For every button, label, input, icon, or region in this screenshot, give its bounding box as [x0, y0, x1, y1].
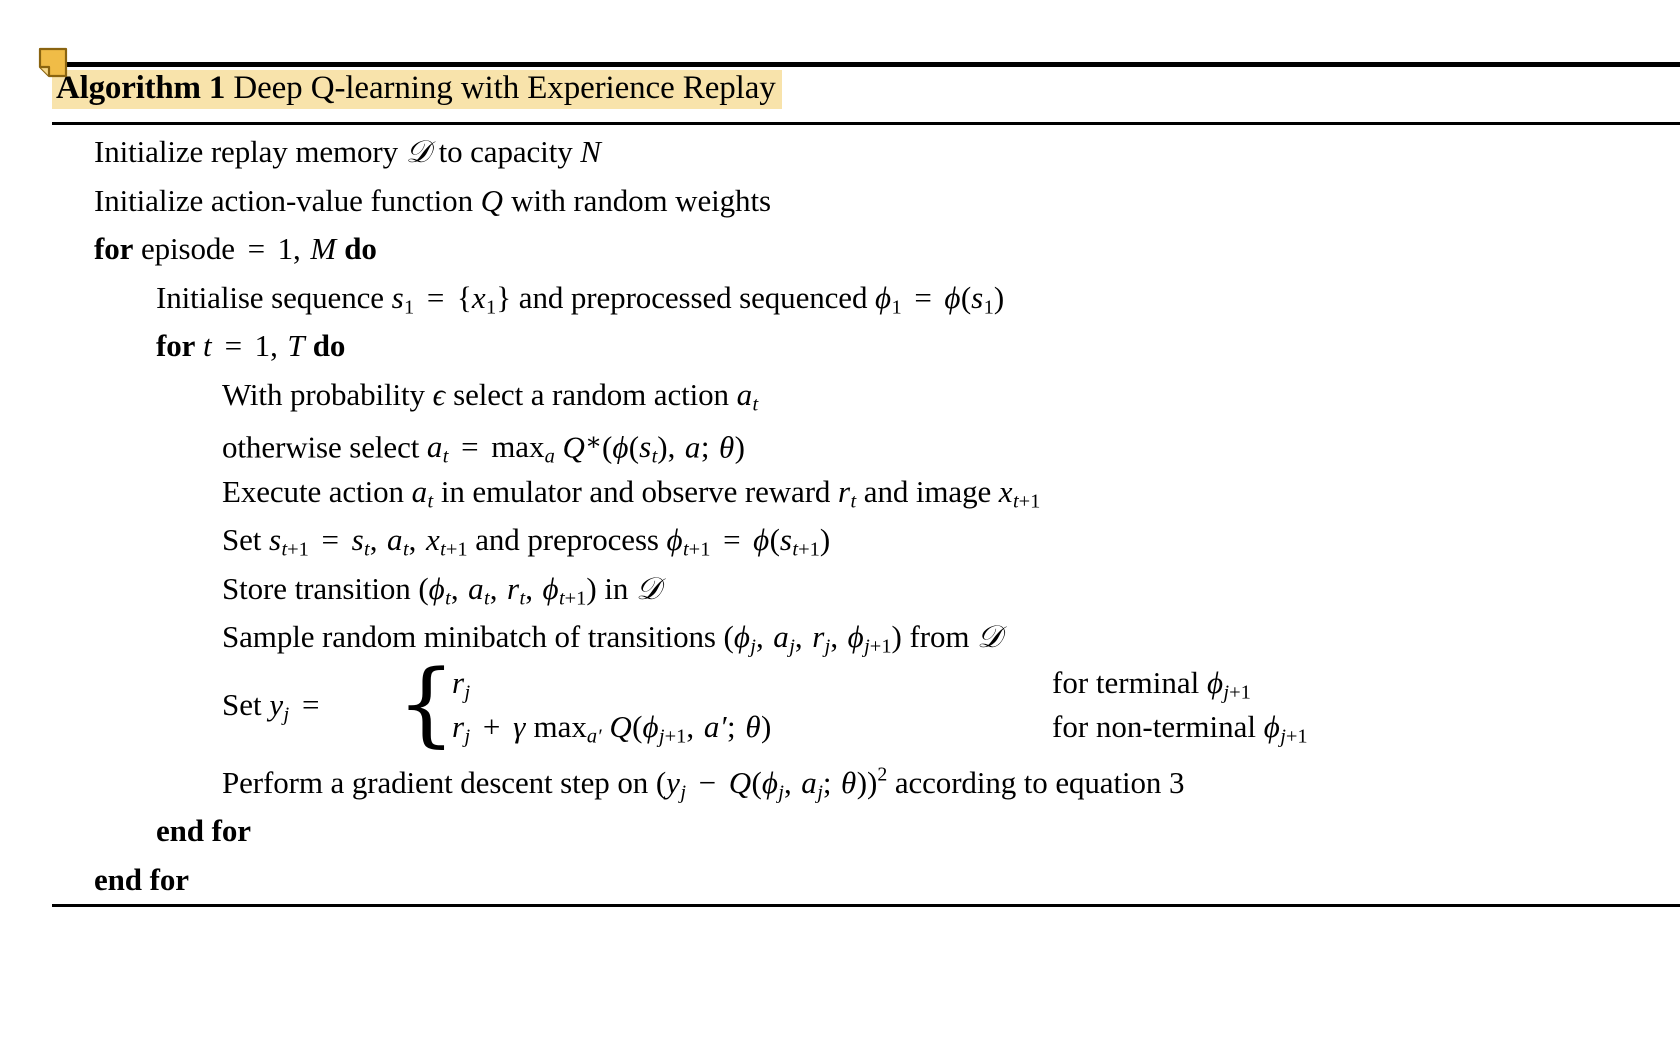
symbol-Q: Q — [480, 182, 504, 218]
algorithm-bottom-rule — [52, 904, 1680, 907]
symbol-N: N — [580, 134, 602, 169]
algorithm-title: Algorithm 1 Deep Q-learning with Experie… — [52, 70, 782, 116]
algorithm-line-for-t: for t = 1, T do — [156, 328, 346, 363]
algorithm-body: Initialize replay memory 𝒟 to capacity N… — [52, 128, 1680, 904]
keyword-do: do — [344, 231, 377, 266]
algorithm-line-set-y-cases: Set yj = { rj for terminal ϕj+1 rj + γ m… — [52, 657, 1680, 759]
equation-reference[interactable]: 3 — [1169, 765, 1185, 800]
cases-value-terminal: rj — [452, 664, 471, 704]
algorithm-line-execute-action: Execute action at in emulator and observ… — [222, 473, 1041, 513]
algorithm-title-rule — [52, 122, 1680, 125]
algorithm-line-otherwise-select: otherwise select at = maxa Q∗(ϕ(st), a; … — [222, 429, 745, 469]
cases-brace: { — [397, 649, 456, 757]
cases-condition-terminal: for terminal ϕj+1 — [1052, 664, 1251, 704]
algorithm-label: Algorithm 1 — [56, 70, 226, 106]
algorithm-line-epsilon-random: With probability ϵ select a random actio… — [222, 376, 759, 416]
cases-set-label: Set yj = — [222, 686, 320, 726]
algorithm-line-sample-minibatch: Sample random minibatch of transitions (… — [222, 619, 1003, 658]
symbol-epsilon: ϵ — [432, 376, 446, 412]
algorithm-line-init-sequence: Initialise sequence s1 = {x1} and prepro… — [156, 279, 1005, 319]
algorithm-top-rule — [52, 62, 1680, 67]
symbol-D: 𝒟 — [405, 134, 431, 170]
algorithm-line-init-replay-memory: Initialize replay memory 𝒟 to capacity N — [94, 134, 602, 170]
algorithm-line-for-episode: for episode = 1, M do — [94, 231, 377, 266]
symbol-theta: θ — [718, 429, 735, 465]
algorithm-line-gradient-descent: Perform a gradient descent step on (yj −… — [222, 763, 1185, 804]
algorithm-line-init-action-value: Initialize action-value function Q with … — [94, 182, 771, 218]
symbol-M: M — [310, 231, 337, 266]
algorithm-name: Deep Q-learning with Experience Replay — [233, 70, 776, 106]
sticky-note-icon[interactable] — [37, 47, 69, 79]
algorithm-line-end-for-outer: end for — [94, 861, 189, 897]
cases-condition-nonterminal: for non-terminal ϕj+1 — [1052, 708, 1308, 748]
algorithm-figure: Algorithm 1 Deep Q-learning with Experie… — [38, 47, 1680, 912]
title-highlight-annotation[interactable]: Algorithm 1 Deep Q-learning with Experie… — [52, 70, 782, 109]
algorithm-line-end-for-inner: end for — [156, 813, 251, 848]
symbol-T: T — [287, 328, 306, 363]
algorithm-line-set-state: Set st+1 = st, at, xt+1 and preprocess ϕ… — [222, 522, 831, 561]
algorithm-line-store-transition: Store transition (ϕt, at, rt, ϕt+1) in 𝒟 — [222, 570, 662, 610]
keyword-for: for — [94, 231, 134, 266]
cases-value-nonterminal: rj + γ maxa′ Q(ϕj+1, a′; θ) — [452, 708, 772, 748]
